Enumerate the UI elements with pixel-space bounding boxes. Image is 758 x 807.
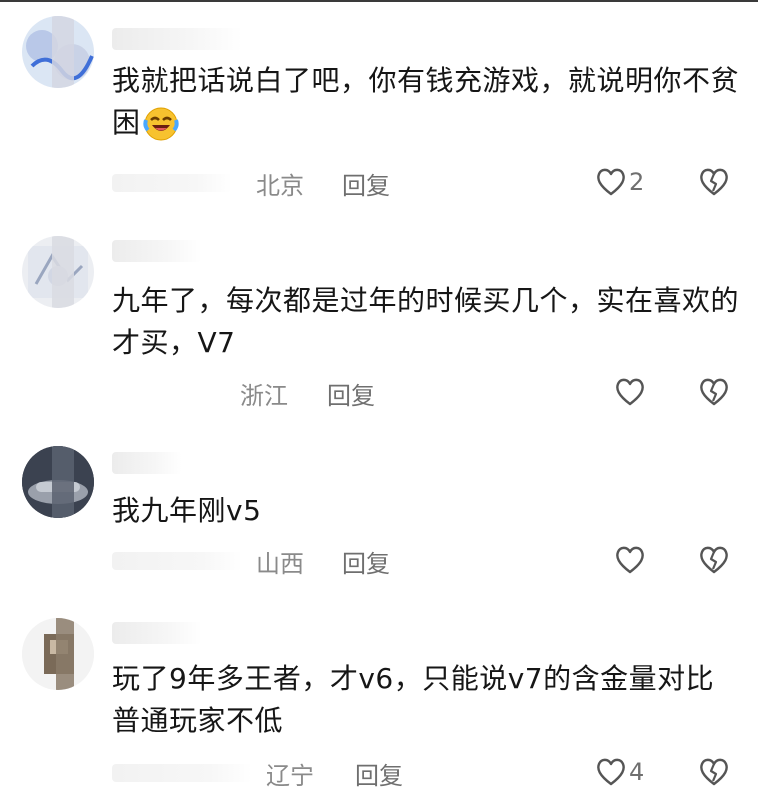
dislike-button[interactable] <box>698 752 730 792</box>
like-count: 2 <box>629 168 645 196</box>
heart-icon <box>616 546 644 574</box>
comment-text: 我九年刚v5 <box>112 490 742 532</box>
reply-button[interactable]: 回复 <box>327 376 375 411</box>
broken-heart-icon <box>700 546 728 574</box>
broken-heart-icon <box>700 168 728 196</box>
username-blurred[interactable] <box>112 240 202 262</box>
timestamp-blurred <box>112 174 232 192</box>
broken-heart-icon <box>700 758 728 786</box>
dislike-button[interactable] <box>698 540 730 580</box>
like-button[interactable]: 2 <box>595 162 644 202</box>
like-button[interactable] <box>614 372 646 412</box>
username-blurred[interactable] <box>112 28 242 50</box>
dislike-button[interactable] <box>698 162 730 202</box>
username-blurred[interactable] <box>112 452 182 474</box>
heart-icon <box>616 378 644 406</box>
heart-icon <box>597 758 625 786</box>
comment-text: 九年了，每次都是过年的时候买几个，实在喜欢的才买，V7 <box>112 280 742 364</box>
comment-text: 玩了9年多王者，才v6，只能说v7的含金量对比普通玩家不低 <box>112 658 742 742</box>
top-divider <box>0 0 758 2</box>
comment-text: 我就把话说白了吧，你有钱充游戏，就说明你不贫困 <box>112 60 742 144</box>
dislike-button[interactable] <box>698 372 730 412</box>
comment-meta: 辽宁 回复 4 <box>0 752 758 792</box>
timestamp-blurred <box>112 552 242 570</box>
heart-icon <box>597 168 625 196</box>
like-button[interactable] <box>614 540 646 580</box>
comment-meta: 山西 回复 <box>0 540 758 580</box>
comment-text-body: 我就把话说白了吧，你有钱充游戏，就说明你不贫困 <box>112 64 740 139</box>
comment-meta: 浙江 回复 <box>0 372 758 412</box>
avatar[interactable] <box>22 236 94 308</box>
location-label: 浙江 <box>240 382 288 410</box>
like-button[interactable]: 4 <box>595 752 644 792</box>
timestamp-blurred <box>112 764 252 782</box>
avatar[interactable] <box>22 16 94 88</box>
location-label: 辽宁 <box>266 762 314 790</box>
location-label: 北京 <box>256 172 304 200</box>
like-count: 4 <box>629 758 645 786</box>
avatar[interactable] <box>22 618 94 690</box>
avatar[interactable] <box>22 446 94 518</box>
comment-meta: 北京 回复 2 <box>0 162 758 202</box>
comment-text-body: 我九年刚v5 <box>112 494 262 527</box>
reply-button[interactable]: 回复 <box>342 544 390 579</box>
comment-text-body: 玩了9年多王者，才v6，只能说v7的含金量对比普通玩家不低 <box>112 662 715 737</box>
reply-button[interactable]: 回复 <box>355 756 403 791</box>
comment-text-body: 九年了，每次都是过年的时候买几个，实在喜欢的才买，V7 <box>112 284 740 359</box>
reply-button[interactable]: 回复 <box>342 166 390 201</box>
broken-heart-icon <box>700 378 728 406</box>
laughing-crying-face-icon <box>142 106 179 142</box>
username-blurred[interactable] <box>112 622 202 644</box>
location-label: 山西 <box>256 550 304 578</box>
